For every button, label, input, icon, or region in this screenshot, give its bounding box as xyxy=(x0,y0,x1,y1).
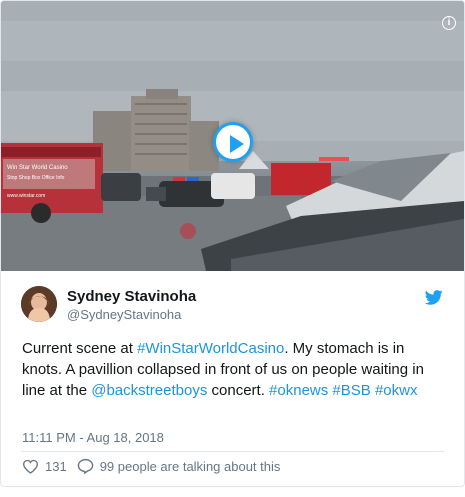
bus-sign-line-1: Win Star World Casino xyxy=(7,165,68,171)
tweet-timestamp[interactable]: 11:11 PM - Aug 18, 2018 xyxy=(22,430,164,445)
divider xyxy=(21,451,444,452)
info-icon[interactable]: i xyxy=(442,16,456,30)
twitter-bird-icon[interactable] xyxy=(425,290,443,305)
tweet-text-segment: concert. xyxy=(207,382,270,399)
author-display-name[interactable]: Sydney Stavinoha xyxy=(67,288,196,305)
heart-icon[interactable] xyxy=(22,459,39,474)
tweet-actions: 131 99 people are talking about this xyxy=(22,457,280,475)
tweet-card: Win Star World Casino Stop Shop Box Offi… xyxy=(0,0,465,487)
speech-bubble-icon[interactable] xyxy=(77,458,94,474)
hashtag-link[interactable]: #okwx xyxy=(375,382,418,399)
tweet-text: Current scene at #WinStarWorldCasino. My… xyxy=(22,338,442,401)
mention-link[interactable]: @backstreetboys xyxy=(91,382,207,399)
hashtag-link[interactable]: #oknews xyxy=(269,382,328,399)
play-button[interactable] xyxy=(213,122,253,162)
play-icon xyxy=(230,135,244,153)
video-thumbnail[interactable]: Win Star World Casino Stop Shop Box Offi… xyxy=(1,1,464,271)
author-handle[interactable]: @SydneyStavinoha xyxy=(67,307,181,322)
tweet-text-segment: Current scene at xyxy=(22,340,138,357)
avatar-image xyxy=(21,286,57,322)
hashtag-link[interactable]: #WinStarWorldCasino xyxy=(137,340,284,357)
talking-about-link[interactable]: 99 people are talking about this xyxy=(100,459,281,474)
bus-sign-line-3: www.winstar.com xyxy=(7,193,45,199)
bus-sign-line-2: Stop Shop Box Office Info xyxy=(7,175,65,181)
avatar[interactable] xyxy=(21,286,57,322)
like-count[interactable]: 131 xyxy=(45,459,67,474)
hashtag-link[interactable]: #BSB xyxy=(332,382,370,399)
